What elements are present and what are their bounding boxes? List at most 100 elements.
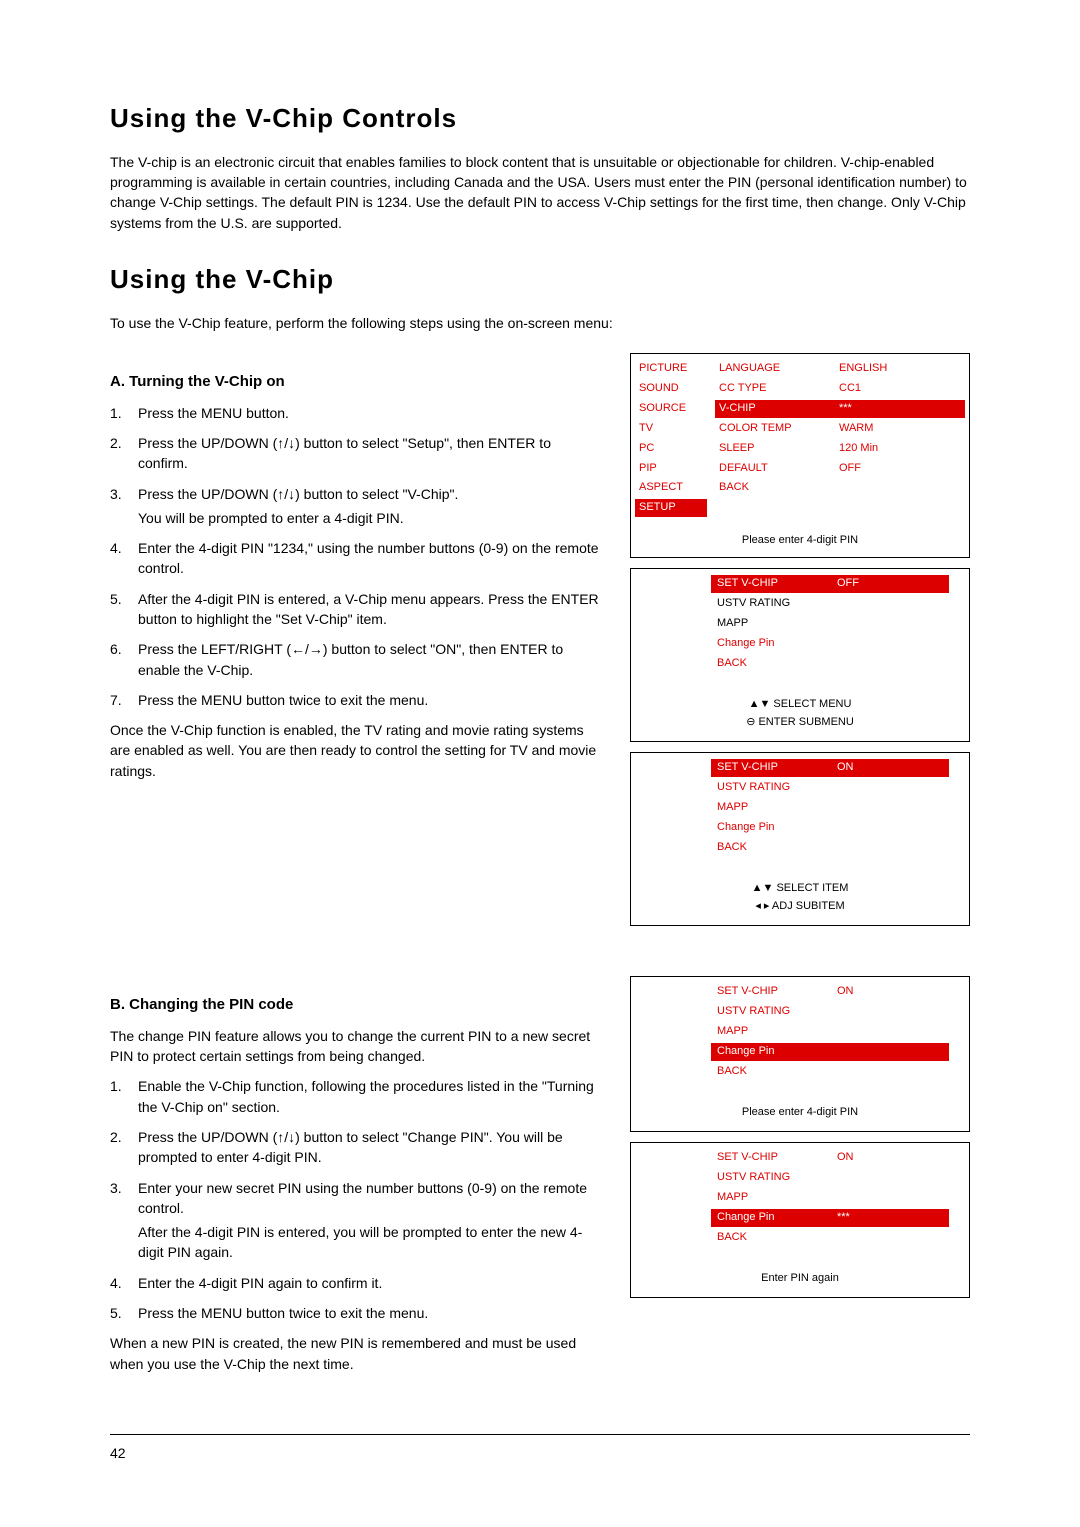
osd-item-value: *** — [837, 1210, 850, 1226]
osd-item-label: BACK — [717, 1230, 837, 1246]
osd-item-label: SET V-CHIP — [717, 1150, 837, 1166]
osd-vchip-on: SET V-CHIPON USTV RATING MAPP Change Pin… — [630, 752, 970, 926]
heading-main: Using the V-Chip Controls — [110, 100, 970, 138]
osd-footer-line: Enter PIN again — [631, 1271, 969, 1287]
osd-item-selected: SET V-CHIPOFF — [711, 575, 949, 593]
step-text: Press the MENU button twice to exit the … — [138, 692, 428, 708]
osd-item: USTV RATING — [711, 1169, 949, 1187]
step-text: Press the MENU button. — [138, 405, 289, 421]
osd-item-label: BACK — [717, 840, 837, 856]
osd-item-label: Change Pin — [717, 1044, 837, 1060]
osd-sidebar-item: ASPECT — [635, 479, 707, 497]
step: Enable the V-Chip function, following th… — [110, 1076, 600, 1117]
osd-row-selected: V-CHIP*** — [715, 400, 965, 418]
osd-item-label: SET V-CHIP — [717, 576, 837, 592]
step-text: Press the UP/DOWN (↑/↓) button to select… — [138, 1129, 563, 1165]
osd-item-selected: Change Pin*** — [711, 1209, 949, 1227]
osd-footer: Please enter 4-digit PIN — [631, 1095, 969, 1131]
section-b-after: When a new PIN is created, the new PIN i… — [110, 1333, 600, 1374]
step-text: Press the MENU button twice to exit the … — [138, 1305, 428, 1321]
osd-item: BACK — [711, 1063, 949, 1081]
osd-footer-line: ▲▼ SELECT MENU — [631, 697, 969, 713]
osd-row: BACK — [715, 479, 965, 497]
step-text: Press the UP/DOWN (↑/↓) button to select… — [138, 486, 458, 502]
osd-row-label: LANGUAGE — [719, 361, 839, 377]
osd-row-label: V-CHIP — [719, 401, 839, 417]
osd-sidebar-item: SOUND — [635, 380, 707, 398]
osd-row: SLEEP120 Min — [715, 440, 965, 458]
osd-row-label: CC TYPE — [719, 381, 839, 397]
osd-item-label: USTV RATING — [717, 596, 837, 612]
section-a-title: A. Turning the V-Chip on — [110, 371, 600, 393]
osd-item-label: Change Pin — [717, 820, 837, 836]
heading-sub: Using the V-Chip — [110, 261, 970, 299]
osd-row-value: CC1 — [839, 381, 861, 397]
osd-item: BACK — [711, 655, 949, 673]
step: Enter the 4-digit PIN "1234," using the … — [110, 538, 600, 579]
section-a-after: Once the V-Chip function is enabled, the… — [110, 720, 600, 781]
osd-item: SET V-CHIPON — [711, 1149, 949, 1167]
step: Press the UP/DOWN (↑/↓) button to select… — [110, 1127, 600, 1168]
osd-item-selected: Change Pin — [711, 1043, 949, 1061]
step: Enter your new secret PIN using the numb… — [110, 1178, 600, 1263]
osd-footer: Enter PIN again — [631, 1261, 969, 1297]
osd-enter-pin-again: SET V-CHIPON USTV RATING MAPP Change Pin… — [630, 1142, 970, 1298]
section-a-steps: Press the MENU button. Press the UP/DOWN… — [110, 403, 600, 711]
osd-item-label: MAPP — [717, 616, 837, 632]
osd-setup-menu: PICTURE SOUND SOURCE TV PC PIP ASPECT SE… — [630, 353, 970, 558]
osd-main: LANGUAGEENGLISH CC TYPECC1 V-CHIP*** COL… — [711, 354, 969, 526]
step-text: Press the LEFT/RIGHT (←/→) button to sel… — [138, 641, 563, 677]
step: Press the UP/DOWN (↑/↓) button to select… — [110, 484, 600, 529]
step-text: Enable the V-Chip function, following th… — [138, 1078, 594, 1114]
osd-footer-line: ⊖ ENTER SUBMENU — [631, 715, 969, 731]
osd-item-value: ON — [837, 1150, 854, 1166]
osd-sidebar: PICTURE SOUND SOURCE TV PC PIP ASPECT SE… — [631, 354, 711, 526]
step-text: Enter the 4-digit PIN again to confirm i… — [138, 1275, 382, 1291]
osd-item-value: OFF — [837, 576, 859, 592]
sub-intro: To use the V-Chip feature, perform the f… — [110, 313, 970, 333]
osd-item: MAPP — [711, 1189, 949, 1207]
step: After the 4-digit PIN is entered, a V-Ch… — [110, 589, 600, 630]
osd-footer-text: Please enter 4-digit PIN — [742, 534, 858, 546]
section-b-intro: The change PIN feature allows you to cha… — [110, 1026, 600, 1067]
osd-item-label: MAPP — [717, 1024, 837, 1040]
osd-item-value: ON — [837, 760, 854, 776]
osd-row: LANGUAGEENGLISH — [715, 360, 965, 378]
osd-item: MAPP — [711, 1023, 949, 1041]
osd-item-label: USTV RATING — [717, 1170, 837, 1186]
osd-item-label: SET V-CHIP — [717, 760, 837, 776]
osd-item-label: BACK — [717, 1064, 837, 1080]
osd-item-label: BACK — [717, 656, 837, 672]
osd-item-label: USTV RATING — [717, 780, 837, 796]
osd-row-value: WARM — [839, 421, 873, 437]
osd-sidebar-item: PICTURE — [635, 360, 707, 378]
section-b-title: B. Changing the PIN code — [110, 994, 600, 1016]
osd-change-pin: SET V-CHIPON USTV RATING MAPP Change Pin… — [630, 976, 970, 1132]
osd-item-label: USTV RATING — [717, 1004, 837, 1020]
osd-sidebar-item: SOURCE — [635, 400, 707, 418]
osd-item-label: MAPP — [717, 1190, 837, 1206]
osd-footer: ▲▼ SELECT MENU ⊖ ENTER SUBMENU — [631, 687, 969, 741]
osd-row-label: DEFAULT — [719, 461, 839, 477]
osd-item-value: ON — [837, 984, 854, 1000]
osd-row-value: *** — [839, 401, 852, 417]
osd-footer-line: ◂ ▸ ADJ SUBITEM — [631, 899, 969, 915]
page-number: 42 — [110, 1443, 970, 1463]
osd-sidebar-item: PIP — [635, 460, 707, 478]
osd-item-label: SET V-CHIP — [717, 984, 837, 1000]
osd-item-selected: SET V-CHIPON — [711, 759, 949, 777]
osd-sidebar-item: PC — [635, 440, 707, 458]
step-text: Press the UP/DOWN (↑/↓) button to select… — [138, 435, 551, 471]
osd-item: USTV RATING — [711, 1003, 949, 1021]
osd-item: Change Pin — [711, 635, 949, 653]
osd-item: MAPP — [711, 615, 949, 633]
osd-footer: Please enter 4-digit PIN — [631, 525, 969, 557]
step: Press the MENU button twice to exit the … — [110, 690, 600, 710]
osd-row-label: COLOR TEMP — [719, 421, 839, 437]
osd-row-label: SLEEP — [719, 441, 839, 457]
step: Press the UP/DOWN (↑/↓) button to select… — [110, 433, 600, 474]
osd-sidebar-item: TV — [635, 420, 707, 438]
osd-item-label: Change Pin — [717, 1210, 837, 1226]
footer-rule — [110, 1434, 970, 1435]
osd-row-value: ENGLISH — [839, 361, 887, 377]
